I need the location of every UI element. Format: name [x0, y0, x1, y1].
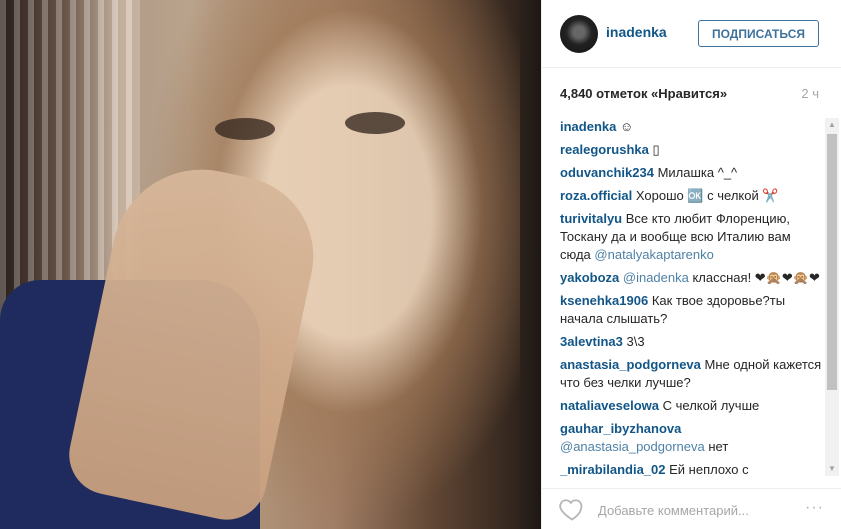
comment-mention[interactable]: @inadenka — [623, 270, 689, 285]
comment-item: 3alevtina3 3\3 — [560, 333, 824, 351]
comment-text: Хорошо 🆗 с челкой ✂️ — [635, 188, 779, 203]
avatar[interactable] — [560, 15, 598, 53]
post-time[interactable]: 2 ч — [801, 86, 819, 101]
comment-text: нет — [708, 439, 729, 454]
comment-item: roza.official Хорошо 🆗 с челкой ✂️ — [560, 187, 824, 205]
post-footer: ··· — [542, 488, 841, 529]
comment-username[interactable]: anastasia_podgorneva — [560, 357, 701, 372]
comments-list: inadenka ☺ realegorushka ▯ oduvanchik234 М… — [560, 118, 824, 480]
comment-username[interactable]: ksenehka1906 — [560, 293, 648, 308]
comment-item: gauhar_ibyzhanova @anastasia_podgorneva … — [560, 420, 824, 456]
comment-item: yakoboza @inadenka классная! ❤🙊❤🙊❤ — [560, 269, 824, 287]
instagram-post-view: inadenka ПОДПИСАТЬСЯ 4,840 отметок «Нрав… — [0, 0, 841, 529]
comment-username[interactable]: yakoboza — [560, 270, 619, 285]
comment-username[interactable]: turivitalyu — [560, 211, 622, 226]
comment-username[interactable]: inadenka — [560, 119, 616, 134]
comment-username[interactable]: 3alevtina3 — [560, 334, 623, 349]
comment-text: Ей неплохо с — [669, 462, 749, 477]
comment-item: realegorushka ▯ — [560, 141, 824, 159]
comment-username[interactable]: oduvanchik234 — [560, 165, 654, 180]
comment-text: 3\3 — [626, 334, 645, 349]
right-eye — [345, 112, 405, 134]
likes-count[interactable]: 4,840 отметок «Нравится» — [560, 86, 727, 101]
comment-username[interactable]: _mirabilandia_02 — [560, 462, 666, 477]
arrow-up-icon[interactable]: ▲ — [825, 118, 839, 132]
comment-text: С челкой лучше — [662, 398, 760, 413]
arrow-down-icon[interactable]: ▼ — [825, 462, 839, 476]
heart-icon[interactable] — [558, 495, 586, 523]
comment-username[interactable]: nataliaveselowa — [560, 398, 659, 413]
left-eye — [215, 118, 275, 140]
comment-item: nataliaveselowa С челкой лучше — [560, 397, 824, 415]
comment-item: _mirabilandia_02 Ей неплохо с — [560, 461, 824, 479]
comment-text: ▯ — [652, 142, 660, 157]
comment-text: ☺ — [619, 119, 634, 134]
comment-username[interactable]: gauhar_ibyzhanova — [560, 421, 681, 436]
comment-username[interactable]: roza.official — [560, 188, 632, 203]
comment-input[interactable] — [596, 499, 800, 521]
post-photo[interactable] — [0, 0, 541, 529]
more-options-button[interactable]: ··· — [805, 499, 824, 517]
comments-scrollbar[interactable]: ▲ ▼ — [825, 118, 839, 476]
comment-item: ksenehka1906 Как твое здоровье?ты начала… — [560, 292, 824, 328]
comment-text: Милашка ^_^ — [657, 165, 738, 180]
comment-item: anastasia_podgorneva Мне одной кажется ч… — [560, 356, 824, 392]
follow-button[interactable]: ПОДПИСАТЬСЯ — [698, 20, 819, 47]
comment-item: inadenka ☺ — [560, 118, 824, 136]
comment-mention[interactable]: @anastasia_podgorneva — [560, 439, 705, 454]
author-username[interactable]: inadenka — [606, 24, 667, 40]
comment-mention[interactable]: @natalyakaptarenko — [594, 247, 713, 262]
post-sidebar: inadenka ПОДПИСАТЬСЯ 4,840 отметок «Нрав… — [541, 0, 841, 529]
comment-item: oduvanchik234 Милашка ^_^ — [560, 164, 824, 182]
post-header: inadenka ПОДПИСАТЬСЯ — [542, 0, 841, 68]
comment-text: классная! ❤🙊❤🙊❤ — [692, 270, 820, 285]
scrollbar-thumb[interactable] — [827, 134, 837, 390]
comment-item: turivitalyu Все кто любит Флоренцию, Тос… — [560, 210, 824, 264]
comment-username[interactable]: realegorushka — [560, 142, 649, 157]
